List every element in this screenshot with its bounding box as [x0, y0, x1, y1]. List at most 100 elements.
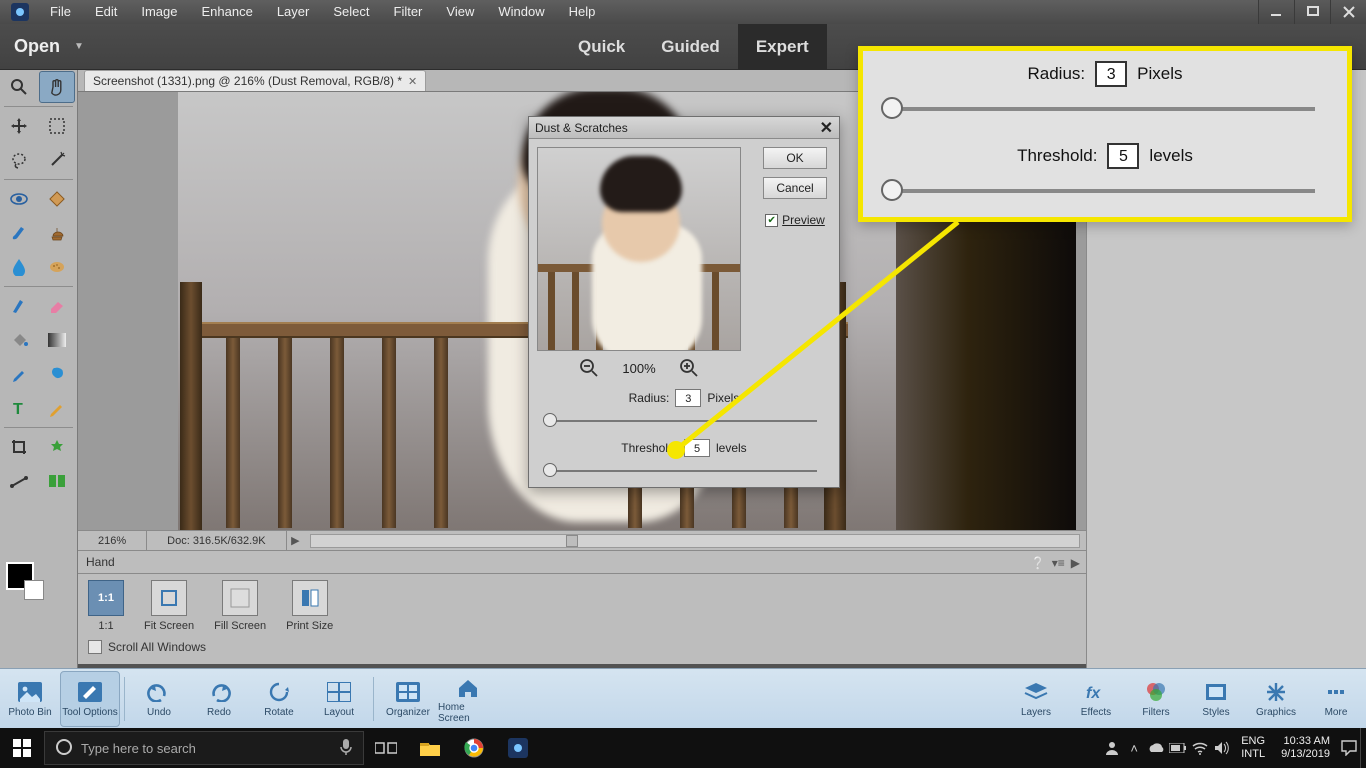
chevron-right-icon[interactable]: ▶	[287, 534, 303, 547]
close-tab-icon[interactable]: ✕	[408, 75, 417, 88]
color-swatch[interactable]	[6, 562, 34, 590]
eraser-tool-icon[interactable]	[39, 290, 75, 322]
tray-chevron-up-icon[interactable]: ˄	[1123, 728, 1145, 768]
menu-item[interactable]: Select	[321, 0, 381, 24]
zoom-level[interactable]: 216%	[78, 531, 147, 551]
menu-item[interactable]: Window	[486, 0, 556, 24]
task-view-icon[interactable]	[364, 728, 408, 768]
show-desktop-button[interactable]	[1360, 728, 1366, 768]
menu-item[interactable]: Enhance	[190, 0, 265, 24]
threshold-input[interactable]: 5	[684, 439, 710, 457]
recompose-tool-icon[interactable]	[39, 465, 75, 497]
shape-tool-icon[interactable]	[39, 358, 75, 390]
print-size-button[interactable]	[292, 580, 328, 616]
cancel-button[interactable]: Cancel	[763, 177, 827, 199]
move-tool-icon[interactable]	[1, 110, 37, 142]
scroll-thumb[interactable]	[566, 535, 578, 547]
mode-tab-guided[interactable]: Guided	[643, 24, 738, 70]
crop-tool-icon[interactable]	[1, 431, 37, 463]
tray-volume-icon[interactable]	[1211, 728, 1233, 768]
sponge-tool-icon[interactable]	[39, 251, 75, 283]
action-center-icon[interactable]	[1338, 728, 1360, 768]
layout-button[interactable]: Layout	[309, 671, 369, 727]
spot-heal-tool-icon[interactable]	[39, 183, 75, 215]
menu-item[interactable]: Edit	[83, 0, 129, 24]
fill-screen-button[interactable]	[222, 580, 258, 616]
photo-bin-button[interactable]: Photo Bin	[0, 671, 60, 727]
slider-thumb[interactable]	[543, 413, 557, 427]
dialog-titlebar[interactable]: Dust & Scratches ✕	[529, 117, 839, 139]
filters-button[interactable]: Filters	[1126, 671, 1186, 727]
start-button[interactable]	[0, 728, 44, 768]
callout-threshold-input[interactable]: 5	[1107, 143, 1139, 169]
open-dropdown[interactable]: Open ▼	[14, 36, 84, 57]
radius-input[interactable]: 3	[675, 389, 701, 407]
redo-button[interactable]: Redo	[189, 671, 249, 727]
mic-icon[interactable]	[339, 738, 353, 759]
hand-tool-icon[interactable]	[39, 71, 75, 103]
menu-item[interactable]: Help	[557, 0, 608, 24]
type-tool-icon[interactable]: T	[1, 392, 37, 424]
dialog-close-icon[interactable]: ✕	[820, 118, 833, 138]
preview-checkbox[interactable]: ✔ Preview	[765, 213, 825, 227]
paintbrush-tool-icon[interactable]	[1, 290, 37, 322]
chrome-icon[interactable]	[452, 728, 496, 768]
menu-item[interactable]: View	[434, 0, 486, 24]
menu-item[interactable]: Filter	[382, 0, 435, 24]
layers-button[interactable]: Layers	[1006, 671, 1066, 727]
dialog-preview[interactable]	[537, 147, 741, 351]
checkbox-checked-icon[interactable]: ✔	[765, 214, 778, 227]
taskbar-search[interactable]: Type here to search	[44, 731, 364, 765]
undo-button[interactable]: Undo	[129, 671, 189, 727]
callout-radius-slider[interactable]	[881, 97, 1329, 121]
minimize-button[interactable]	[1258, 0, 1294, 24]
organizer-button[interactable]: Organizer	[378, 671, 438, 727]
magic-wand-tool-icon[interactable]	[39, 144, 75, 176]
mode-tab-quick[interactable]: Quick	[560, 24, 643, 70]
mode-tab-expert[interactable]: Expert	[738, 24, 827, 70]
menu-item[interactable]: File	[38, 0, 83, 24]
cookie-cutter-tool-icon[interactable]	[39, 431, 75, 463]
zoom-tool-icon[interactable]	[1, 71, 37, 103]
menu-item[interactable]: Layer	[265, 0, 322, 24]
background-color[interactable]	[24, 580, 44, 600]
actual-pixels-button[interactable]: 1:1	[88, 580, 124, 616]
tray-clock[interactable]: 10:33 AM 9/13/2019	[1273, 735, 1338, 761]
redeye-tool-icon[interactable]	[1, 183, 37, 215]
rotate-button[interactable]: Rotate	[249, 671, 309, 727]
help-icon[interactable]: ❔	[1031, 551, 1046, 575]
maximize-button[interactable]	[1294, 0, 1330, 24]
tray-battery-icon[interactable]	[1167, 728, 1189, 768]
styles-button[interactable]: Styles	[1186, 671, 1246, 727]
radius-slider[interactable]	[543, 413, 825, 429]
slider-thumb[interactable]	[881, 179, 903, 201]
pencil-tool-icon[interactable]	[39, 392, 75, 424]
slider-thumb[interactable]	[881, 97, 903, 119]
document-tab[interactable]: Screenshot (1331).png @ 216% (Dust Remov…	[84, 70, 426, 91]
marquee-tool-icon[interactable]	[39, 110, 75, 142]
paint-bucket-tool-icon[interactable]	[1, 324, 37, 356]
h-scrollbar[interactable]	[310, 534, 1080, 548]
zoom-out-icon[interactable]	[578, 357, 600, 379]
gradient-tool-icon[interactable]	[39, 324, 75, 356]
panel-menu-icon[interactable]: ▾≡	[1052, 551, 1065, 575]
callout-radius-input[interactable]: 3	[1095, 61, 1127, 87]
chevron-right-icon[interactable]: ▶	[1071, 551, 1080, 575]
eyedropper-tool-icon[interactable]	[1, 358, 37, 390]
effects-button[interactable]: fxEffects	[1066, 671, 1126, 727]
ok-button[interactable]: OK	[763, 147, 827, 169]
clone-stamp-tool-icon[interactable]	[39, 217, 75, 249]
straighten-tool-icon[interactable]	[1, 465, 37, 497]
menu-item[interactable]: Image	[129, 0, 189, 24]
pse-taskbar-icon[interactable]	[496, 728, 540, 768]
tray-wifi-icon[interactable]	[1189, 728, 1211, 768]
tray-lang[interactable]: ENG INTL	[1233, 735, 1273, 761]
scroll-all-windows-checkbox[interactable]: Scroll All Windows	[88, 640, 206, 654]
checkbox-icon[interactable]	[88, 640, 102, 654]
lasso-tool-icon[interactable]	[1, 144, 37, 176]
threshold-slider[interactable]	[543, 463, 825, 479]
home-screen-button[interactable]: Home Screen	[438, 671, 498, 727]
zoom-in-icon[interactable]	[678, 357, 700, 379]
tool-options-button[interactable]: Tool Options	[60, 671, 120, 727]
brush-tool-icon[interactable]	[1, 217, 37, 249]
